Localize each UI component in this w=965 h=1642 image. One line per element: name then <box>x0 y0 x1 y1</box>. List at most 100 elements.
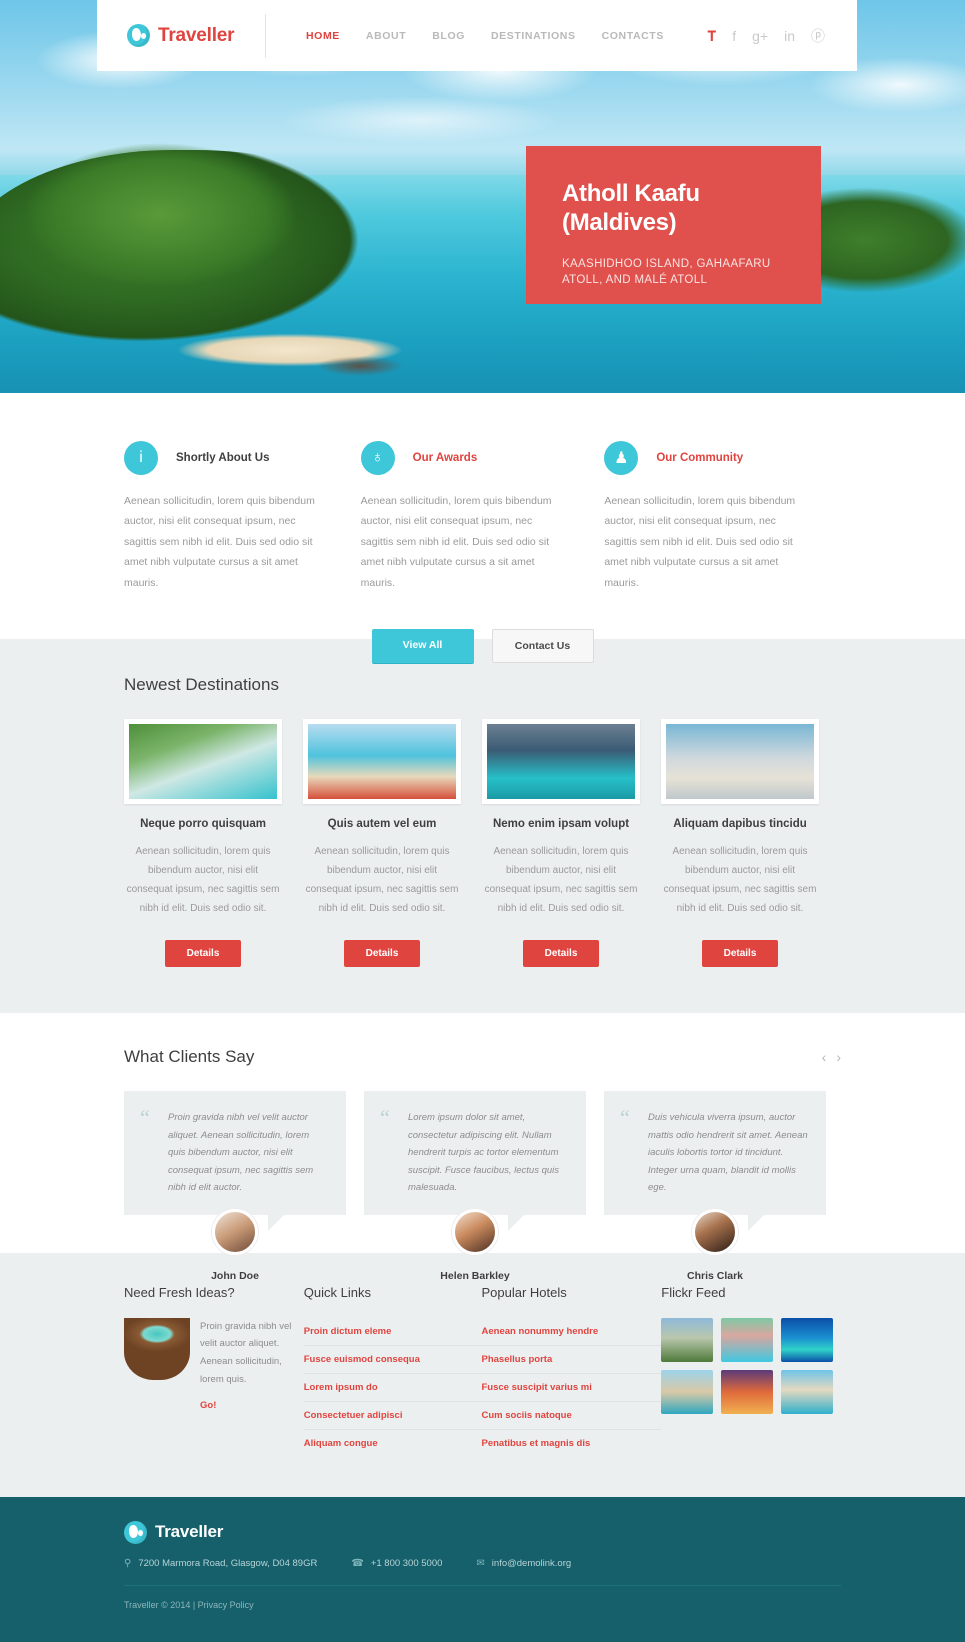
hero-island-foliage <box>10 135 340 335</box>
carousel-controls: ‹ › <box>822 1049 841 1065</box>
nav-item-home[interactable]: HOME <box>306 30 340 42</box>
globe-icon <box>127 24 150 47</box>
coconut-island-icon <box>124 1317 190 1380</box>
nav-item-blog[interactable]: BLOG <box>432 30 465 42</box>
facebook-icon[interactable]: f <box>732 29 736 43</box>
details-button[interactable]: Details <box>522 940 600 967</box>
footer-phone: ☎ +1 800 300 5000 <box>351 1558 442 1569</box>
features-section: i Shortly About Us Aenean sollicitudin, … <box>0 393 965 664</box>
twitter-icon[interactable]: 𝐓 <box>707 29 716 43</box>
envelope-icon: ✉ <box>476 1557 485 1569</box>
testimonials-header: What Clients Say ‹ › <box>0 1047 965 1067</box>
list-item[interactable]: Cum sociis natoque <box>481 1402 662 1430</box>
phone-text: +1 800 300 5000 <box>370 1557 443 1569</box>
flickr-grid <box>661 1317 841 1414</box>
list-item[interactable]: Penatibus et magnis dis <box>482 1430 662 1457</box>
testimonial-author: Chris Clark <box>604 1209 826 1282</box>
destination-text: Aenean sollicitudin, lorem quis bibendum… <box>663 846 817 914</box>
brand-name: Traveller <box>158 24 235 46</box>
flickr-thumb[interactable] <box>781 1369 834 1414</box>
testimonial-item: “ Lorem ipsum dolor sit amet, consectetu… <box>364 1091 586 1282</box>
destination-thumbnail[interactable] <box>124 719 282 804</box>
widget-fresh-ideas: Need Fresh Ideas? Proin gravida nibh vel… <box>124 1285 304 1457</box>
email-text[interactable]: info@demolink.org <box>492 1558 571 1569</box>
flickr-thumb[interactable] <box>661 1317 714 1362</box>
destination-name: Nemo enim ipsam volupt <box>492 818 630 830</box>
main-nav: HOME ABOUT BLOG DESTINATIONS CONTACTS <box>306 30 664 42</box>
google-plus-icon[interactable]: g+ <box>752 29 768 43</box>
details-button[interactable]: Details <box>164 940 242 967</box>
go-link[interactable]: Go! <box>200 1400 304 1411</box>
testimonial-text: Duis vehicula viverra ipsum, auctor matt… <box>648 1112 808 1194</box>
list-item[interactable]: Lorem ipsum do <box>303 1374 482 1402</box>
widget-quick-links: Quick Links Proin dictum eleme Fusce eui… <box>303 1284 482 1457</box>
contact-us-button[interactable]: Contact Us <box>491 629 594 664</box>
top-navigation-bar: Traveller HOME ABOUT BLOG DESTINATIONS C… <box>97 0 857 71</box>
widgets-row: Need Fresh Ideas? Proin gravida nibh vel… <box>0 1285 965 1457</box>
destination-card: Aliquam dapibus tincidu Aenean sollicitu… <box>661 719 819 967</box>
quick-links-list: Proin dictum eleme Fusce euismod consequ… <box>303 1318 482 1457</box>
widget-body: Proin gravida nibh vel velit auctor aliq… <box>124 1317 304 1411</box>
testimonial-author: Helen Barkley <box>364 1209 586 1282</box>
section-title: Newest Destinations <box>124 675 279 694</box>
details-button[interactable]: Details <box>343 940 421 967</box>
details-button[interactable]: Details <box>701 940 779 967</box>
testimonials-section: What Clients Say ‹ › “ Proin gravida nib… <box>0 1013 965 1282</box>
next-arrow-icon[interactable]: › <box>836 1049 841 1065</box>
site-logo[interactable]: Traveller <box>97 24 259 47</box>
footer-logo[interactable]: Traveller <box>124 1520 841 1544</box>
destination-thumbnail[interactable] <box>303 719 461 804</box>
flickr-thumb[interactable] <box>721 1317 774 1362</box>
hero-title: Atholl Kaafu (Maldives) <box>562 180 700 236</box>
feature-community: ♟ Our Community Aenean sollicitudin, lor… <box>604 441 841 593</box>
flickr-thumb[interactable] <box>781 1317 834 1362</box>
list-item[interactable]: Aenean nonummy hendre <box>481 1318 662 1346</box>
widget-title: Quick Links <box>303 1284 371 1300</box>
destination-name: Aliquam dapibus tincidu <box>673 818 807 830</box>
flickr-thumb[interactable] <box>661 1369 714 1414</box>
nav-item-contacts[interactable]: CONTACTS <box>602 30 664 42</box>
view-all-button[interactable]: View All <box>371 629 474 664</box>
testimonials-row: “ Proin gravida nibh vel velit auctor al… <box>0 1067 965 1282</box>
prev-arrow-icon[interactable]: ‹ <box>822 1049 827 1065</box>
section-title: What Clients Say <box>124 1047 255 1066</box>
testimonial-item: “ Proin gravida nibh vel velit auctor al… <box>124 1091 346 1282</box>
features-row: i Shortly About Us Aenean sollicitudin, … <box>0 441 965 593</box>
quote-icon: “ <box>140 1105 150 1130</box>
widget-title: Need Fresh Ideas? <box>124 1284 235 1300</box>
list-item[interactable]: Phasellus porta <box>481 1346 662 1374</box>
feature-about: i Shortly About Us Aenean sollicitudin, … <box>124 441 361 593</box>
feature-header: ♁ Our Awards <box>360 441 605 475</box>
feature-title: Our Awards <box>412 452 478 464</box>
list-item[interactable]: Aliquam congue <box>304 1430 482 1457</box>
testimonial-bubble: “ Duis vehicula viverra ipsum, auctor ma… <box>604 1091 826 1215</box>
privacy-policy-link[interactable]: Privacy Policy <box>198 1600 254 1610</box>
list-item[interactable]: Fusce suscipit varius mi <box>481 1374 662 1402</box>
nav-item-about[interactable]: ABOUT <box>366 30 406 42</box>
avatar <box>452 1209 498 1255</box>
pinterest-icon[interactable]: ⓟ <box>811 29 825 43</box>
hero-rocks <box>300 352 420 380</box>
footer-widgets: Need Fresh Ideas? Proin gravida nibh vel… <box>0 1252 965 1497</box>
destination-thumbnail[interactable] <box>482 719 640 804</box>
trophy-icon: ♁ <box>360 441 395 475</box>
widget-title: Popular Hotels <box>481 1284 567 1300</box>
feature-header: ♟ Our Community <box>604 441 841 475</box>
feature-awards: ♁ Our Awards Aenean sollicitudin, lorem … <box>360 441 605 593</box>
site-footer: Traveller ⚲ 7200 Marmora Road, Glasgow, … <box>0 1496 965 1642</box>
nav-item-destinations[interactable]: DESTINATIONS <box>491 30 576 42</box>
quote-icon: “ <box>380 1105 390 1130</box>
destination-thumbnail[interactable] <box>661 719 819 804</box>
list-item[interactable]: Consectetuer adipisci <box>303 1402 482 1430</box>
hero-subtitle: KAASHIDHOO ISLAND, GAHAAFARU ATOLL, AND … <box>562 257 771 287</box>
social-links: 𝐓 f g+ in ⓟ <box>707 29 857 43</box>
newest-destinations-section: Newest Destinations Neque porro quisquam… <box>0 639 965 1013</box>
flickr-thumb[interactable] <box>721 1369 774 1414</box>
hero-caption: Atholl Kaafu (Maldives) KAASHIDHOO ISLAN… <box>526 146 821 304</box>
widget-popular-hotels: Popular Hotels Aenean nonummy hendre Pha… <box>481 1284 662 1457</box>
list-item[interactable]: Fusce euismod consequa <box>303 1346 482 1374</box>
list-item[interactable]: Proin dictum eleme <box>303 1318 482 1346</box>
linkedin-icon[interactable]: in <box>784 29 795 43</box>
destination-name: Neque porro quisquam <box>140 818 266 830</box>
destination-card: Neque porro quisquam Aenean sollicitudin… <box>124 719 282 967</box>
